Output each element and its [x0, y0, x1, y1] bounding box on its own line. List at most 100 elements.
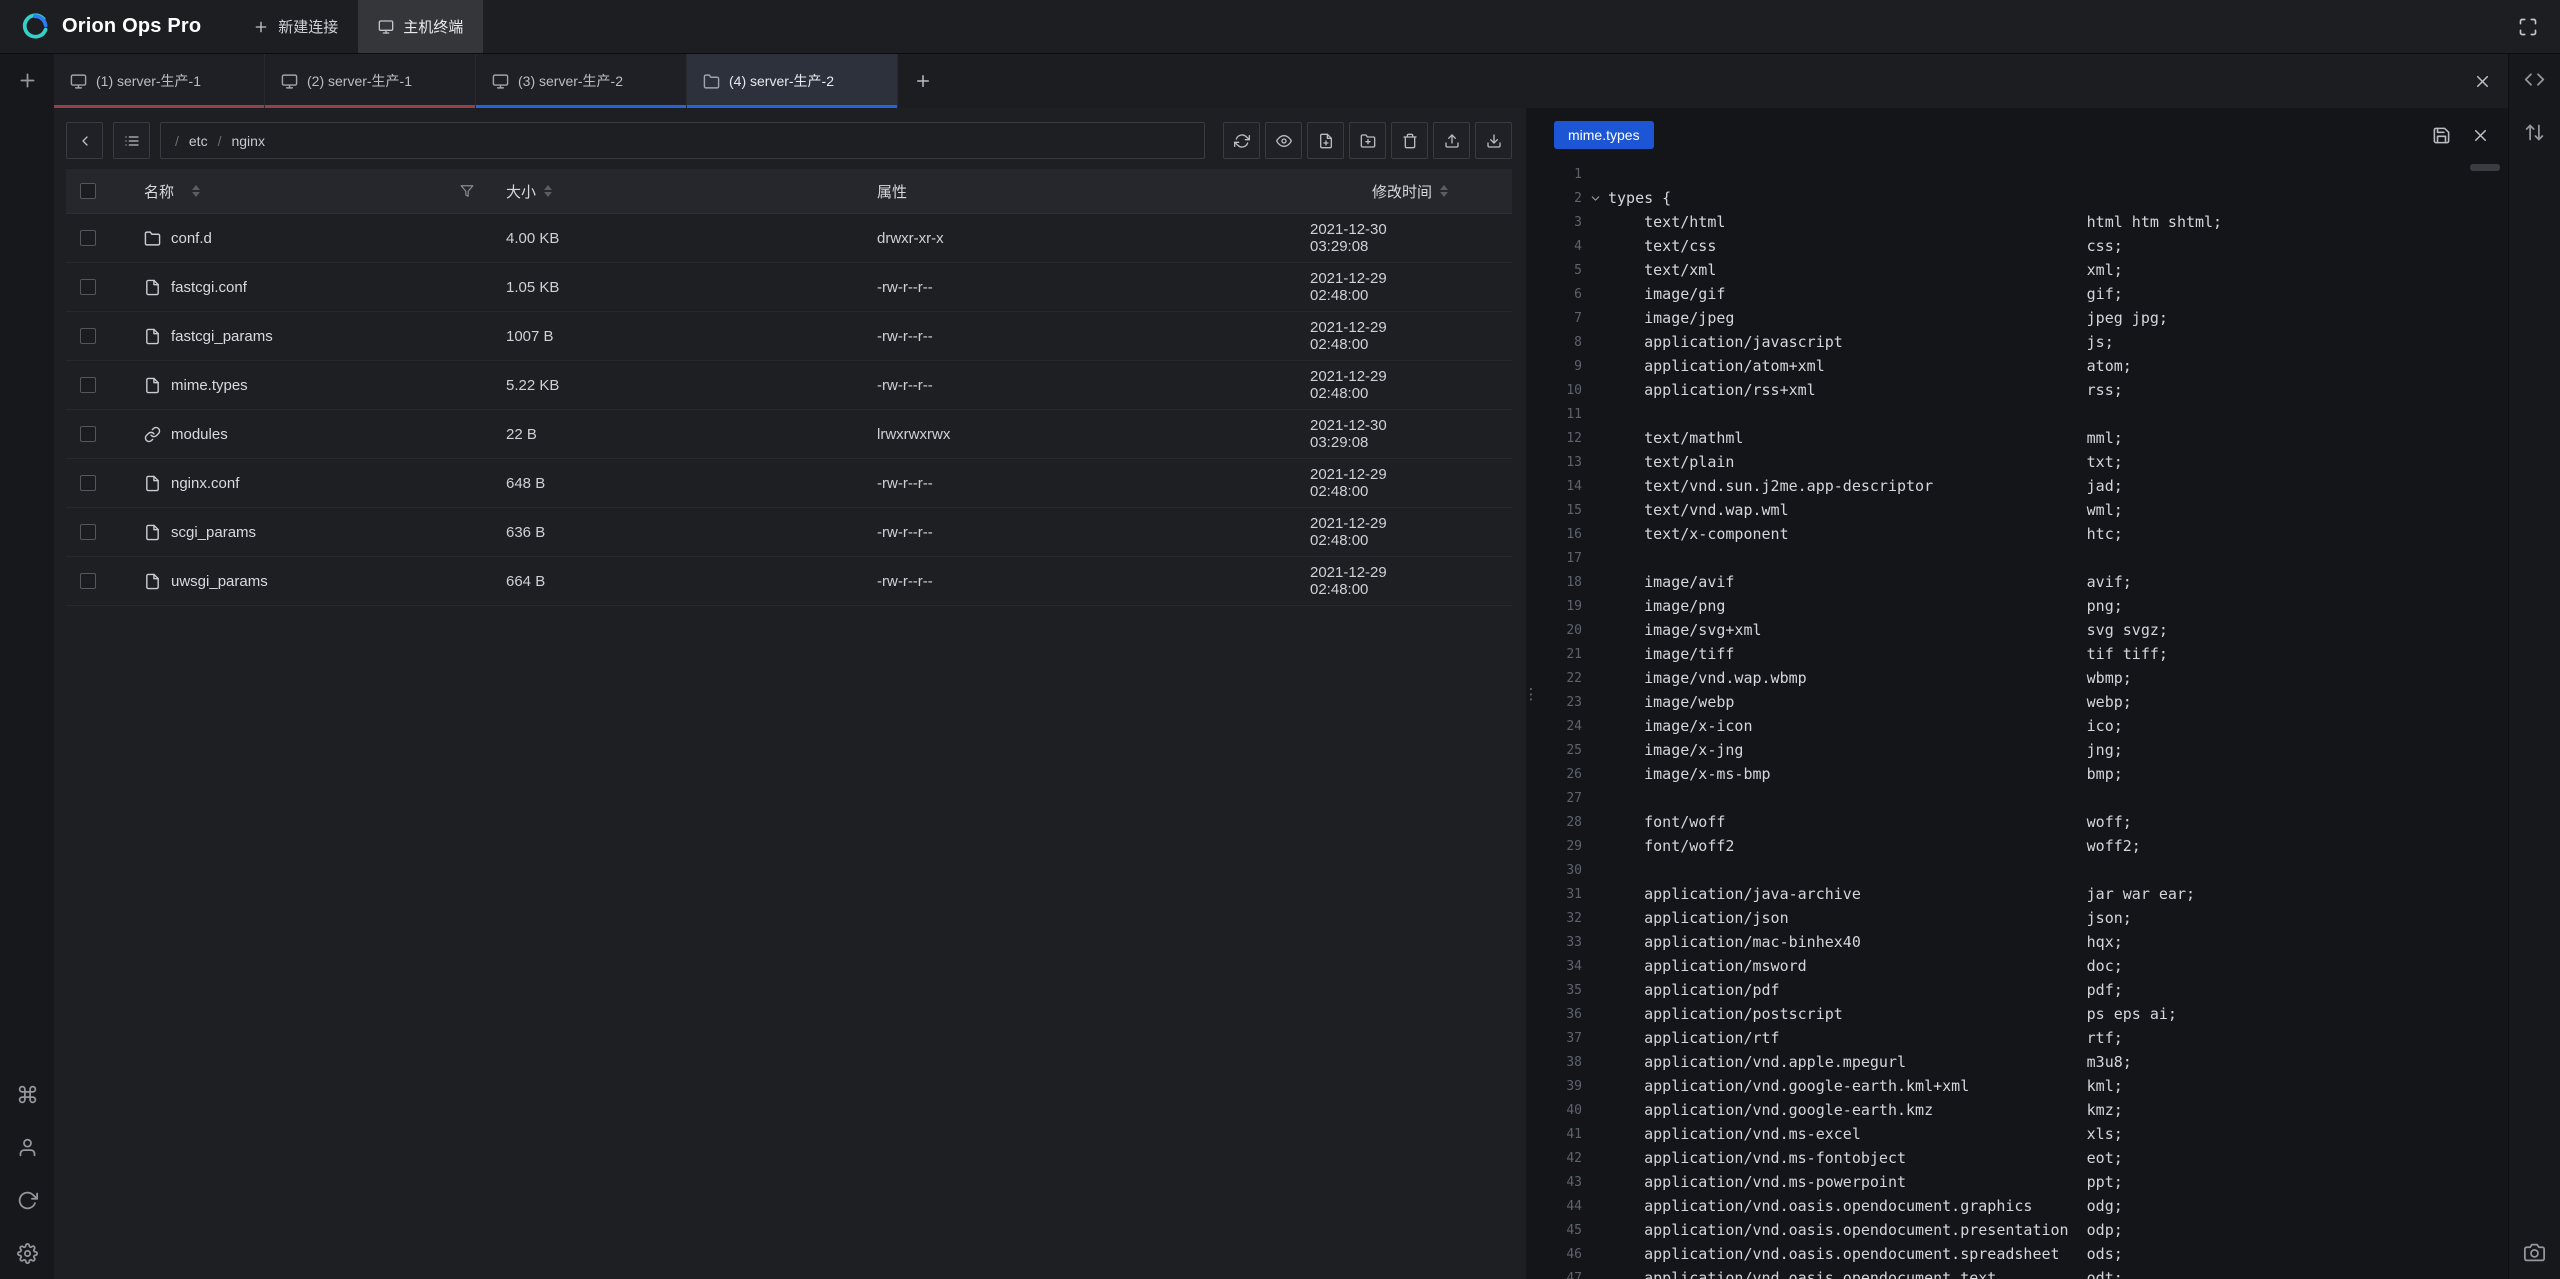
code-text: image/x-ms-bmp bmp; — [1608, 765, 2123, 783]
line-number: 41 — [1536, 1127, 1582, 1142]
chevron-left-icon — [77, 133, 93, 149]
row-checkbox[interactable] — [80, 328, 96, 344]
code-text: image/avif avif; — [1608, 573, 2132, 591]
fold-chevron-icon[interactable] — [1582, 192, 1608, 205]
file-name[interactable]: fastcgi.conf — [171, 279, 247, 296]
breadcrumb-segment[interactable]: nginx — [231, 133, 264, 149]
plus-icon — [253, 19, 269, 35]
camera-icon[interactable] — [2524, 1242, 2545, 1263]
panel-splitter[interactable]: ⋮ — [1526, 108, 1536, 1279]
code-text: image/jpeg jpeg jpg; — [1608, 309, 2168, 327]
line-number: 39 — [1536, 1079, 1582, 1094]
file-row[interactable]: modules22 Blrwxrwxrwx2021-12-30 03:29:08 — [66, 410, 1512, 459]
line-number: 31 — [1536, 887, 1582, 902]
code-line: 45 application/vnd.oasis.opendocument.pr… — [1536, 1218, 2508, 1242]
sort-caret-name[interactable] — [192, 185, 200, 197]
close-tabs-icon[interactable] — [2473, 72, 2492, 91]
code-line: 16 text/x-component htc; — [1536, 522, 2508, 546]
column-header-mtime[interactable]: 修改时间 — [1372, 181, 1432, 202]
new-file-button[interactable] — [1307, 122, 1344, 159]
plus-icon[interactable] — [17, 70, 38, 91]
column-header-size[interactable]: 大小 — [506, 181, 536, 202]
file-mtime: 2021-12-29 02:48:00 — [1310, 466, 1512, 500]
back-button[interactable] — [66, 122, 103, 159]
session-tab[interactable]: (3) server-生产-2 — [476, 54, 687, 108]
select-all-checkbox[interactable] — [80, 183, 96, 199]
file-row[interactable]: fastcgi_params1007 B-rw-r--r--2021-12-29… — [66, 312, 1512, 361]
code-icon[interactable] — [2524, 69, 2545, 90]
file-row[interactable]: uwsgi_params664 B-rw-r--r--2021-12-29 02… — [66, 557, 1512, 606]
monitor-icon — [378, 19, 394, 35]
file-row[interactable]: nginx.conf648 B-rw-r--r--2021-12-29 02:4… — [66, 459, 1512, 508]
code-text: application/vnd.apple.mpegurl m3u8; — [1608, 1053, 2132, 1071]
preview-button[interactable] — [1265, 122, 1302, 159]
download-button[interactable] — [1475, 122, 1512, 159]
file-name[interactable]: fastcgi_params — [171, 328, 273, 345]
code-line: 19 image/png png; — [1536, 594, 2508, 618]
session-tab[interactable]: (2) server-生产-1 — [265, 54, 476, 108]
file-row[interactable]: conf.d4.00 KBdrwxr-xr-x2021-12-30 03:29:… — [66, 214, 1512, 263]
session-status-underline — [265, 105, 475, 108]
session-tab[interactable]: (1) server-生产-1 — [54, 54, 265, 108]
upload-button[interactable] — [1433, 122, 1470, 159]
row-checkbox[interactable] — [80, 230, 96, 246]
file-name[interactable]: nginx.conf — [171, 475, 239, 492]
code-line: 1 — [1536, 162, 2508, 186]
code-line: 36 application/postscript ps eps ai; — [1536, 1002, 2508, 1026]
delete-button[interactable] — [1391, 122, 1428, 159]
file-row[interactable]: mime.types5.22 KB-rw-r--r--2021-12-29 02… — [66, 361, 1512, 410]
file-name[interactable]: uwsgi_params — [171, 573, 268, 590]
settings-icon[interactable] — [17, 1243, 38, 1264]
code-text: image/x-jng jng; — [1608, 741, 2123, 759]
row-checkbox[interactable] — [80, 377, 96, 393]
sort-caret-mtime[interactable] — [1440, 185, 1448, 197]
file-manager-toolbar: /etc/nginx — [66, 122, 1512, 159]
save-icon[interactable] — [2432, 126, 2451, 145]
sync-icon[interactable] — [17, 1190, 38, 1211]
file-table: 名称 大小 属性 修改时间 — [66, 169, 1512, 606]
user-icon[interactable] — [17, 1137, 38, 1158]
top-menu-item[interactable]: 新建连接 — [233, 0, 358, 53]
code-editor[interactable]: 12types {3 text/html html htm shtml;4 te… — [1536, 162, 2508, 1279]
session-tab[interactable]: (4) server-生产-2 — [687, 54, 898, 108]
top-menu-item[interactable]: 主机终端 — [358, 0, 483, 53]
row-checkbox[interactable] — [80, 475, 96, 491]
breadcrumb-segment[interactable]: etc — [189, 133, 208, 149]
refresh-button[interactable] — [1223, 122, 1260, 159]
code-text: application/json json; — [1608, 909, 2132, 927]
sort-caret-size[interactable] — [544, 185, 552, 197]
swap-vertical-icon[interactable] — [2524, 122, 2545, 143]
row-checkbox[interactable] — [80, 279, 96, 295]
top-menu-label: 主机终端 — [403, 16, 463, 37]
row-checkbox[interactable] — [80, 426, 96, 442]
file-row[interactable]: scgi_params636 B-rw-r--r--2021-12-29 02:… — [66, 508, 1512, 557]
file-row[interactable]: fastcgi.conf1.05 KB-rw-r--r--2021-12-29 … — [66, 263, 1512, 312]
upload-icon — [1444, 133, 1460, 149]
line-number: 16 — [1536, 527, 1582, 542]
command-icon[interactable] — [17, 1084, 38, 1105]
code-line: 42 application/vnd.ms-fontobject eot; — [1536, 1146, 2508, 1170]
file-size: 4.00 KB — [490, 230, 850, 247]
add-tab-icon[interactable] — [914, 72, 932, 90]
row-checkbox[interactable] — [80, 524, 96, 540]
code-line: 10 application/rss+xml rss; — [1536, 378, 2508, 402]
column-header-name[interactable]: 名称 — [144, 181, 174, 202]
file-name[interactable]: conf.d — [171, 230, 212, 247]
row-checkbox[interactable] — [80, 573, 96, 589]
code-text: image/webp webp; — [1608, 693, 2132, 711]
line-number: 46 — [1536, 1247, 1582, 1262]
editor-close-icon[interactable] — [2471, 126, 2490, 145]
list-view-button[interactable] — [113, 122, 150, 159]
code-text: image/tiff tif tiff; — [1608, 645, 2168, 663]
list-icon — [124, 133, 140, 149]
file-name[interactable]: mime.types — [171, 377, 248, 394]
file-name[interactable]: modules — [171, 426, 228, 443]
editor-scrollbar-thumb[interactable] — [2470, 164, 2500, 171]
filter-icon[interactable] — [460, 184, 474, 198]
app-logo-icon — [20, 12, 50, 42]
fullscreen-icon[interactable] — [2518, 17, 2538, 37]
new-folder-button[interactable] — [1349, 122, 1386, 159]
code-line: 39 application/vnd.google-earth.kml+xml … — [1536, 1074, 2508, 1098]
editor-file-tab[interactable]: mime.types — [1554, 121, 1654, 149]
file-name[interactable]: scgi_params — [171, 524, 256, 541]
